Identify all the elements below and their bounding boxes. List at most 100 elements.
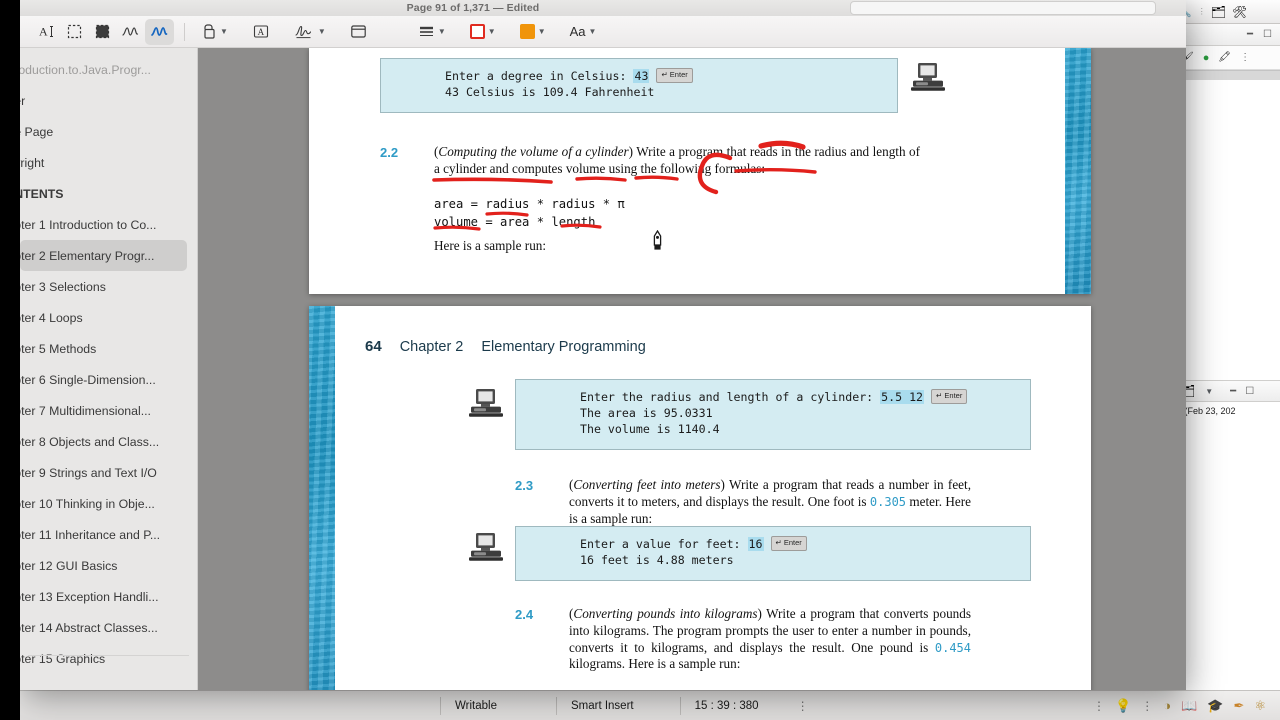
console-prompt: Enter a value for feet: bbox=[580, 537, 748, 551]
text-tool[interactable]: A bbox=[247, 19, 275, 45]
pdf-canvas[interactable]: Enter a degree in Celsius: 43 ↵ Enter 43 … bbox=[198, 48, 1186, 690]
drag-dots-icon: ⋮ bbox=[1197, 7, 1206, 16]
perspective-java-icon[interactable]: 📖 bbox=[1181, 698, 1197, 714]
chevron-down-icon[interactable]: ▼ bbox=[488, 27, 496, 36]
progress-icon[interactable]: ◑ bbox=[1163, 698, 1171, 713]
text-selection-tool[interactable]: A bbox=[32, 19, 60, 45]
page-edge-strip bbox=[1065, 48, 1091, 294]
toc-item-chapter-7[interactable]: ...pter 7 Multidimensional... bbox=[20, 395, 197, 426]
console-line: The area is 95.0331 bbox=[580, 405, 713, 420]
toc-item-chapter-14[interactable]: ...pter 14 Abstract Classes... bbox=[20, 612, 197, 643]
enter-key-badge: ↵ Enter bbox=[656, 68, 693, 83]
chevron-down-icon[interactable]: ▼ bbox=[538, 27, 546, 36]
toc-label: ...pter 6 Single-Dimension... bbox=[20, 372, 156, 387]
window-titlebar[interactable]: Page 91 of 1,371 — Edited bbox=[20, 0, 1186, 16]
screen-bezel-left bbox=[0, 0, 20, 720]
toc-item-chapter-12[interactable]: ...pter 12 GUI Basics bbox=[20, 550, 197, 581]
toc-item-chapter-10[interactable]: ...pter 10 Thinking in Obje... bbox=[20, 488, 197, 519]
new-java-class-icon[interactable]: 🗂 bbox=[1211, 5, 1226, 19]
enter-key-badge: ↵ Enter bbox=[770, 536, 807, 551]
toc-label: ...yright bbox=[20, 155, 45, 170]
toc-item-chapter-2[interactable]: ...pter 2 Elementary Progr... bbox=[20, 240, 187, 271]
toc-label: ...pter 1 Introduction to Co... bbox=[20, 217, 157, 232]
perspective-bar: ⋮ 💡 ⋮ ◑ 📖 🎓 ✒ ⚛ bbox=[1093, 698, 1280, 714]
toc-item-2[interactable]: ...e Page bbox=[20, 116, 197, 147]
exercise-text: (Converting pounds into kilograms) Write… bbox=[569, 606, 971, 672]
draw-tool[interactable] bbox=[145, 18, 174, 45]
perspective-icon[interactable]: 🛠 bbox=[1232, 5, 1247, 19]
toc-item-chapter-8[interactable]: ...pter 8 Objects and Class... bbox=[20, 426, 197, 457]
toc-item-3[interactable]: ...yright bbox=[20, 147, 197, 178]
text-style-tool[interactable]: Aa ▼ bbox=[565, 19, 602, 45]
minimize-icon[interactable]: ━ bbox=[1247, 29, 1253, 40]
note-icon bbox=[351, 25, 367, 38]
toc-label: ...pter 5 Methods bbox=[20, 341, 97, 356]
preview-window: Page 91 of 1,371 — Edited A ▼ A ▼ ▼ ▼ ▼ … bbox=[20, 0, 1186, 690]
shapes-tool[interactable]: ▼ bbox=[195, 19, 233, 45]
view-menu-icon[interactable]: ⋮ bbox=[1240, 52, 1250, 63]
chapter-title: Elementary Programming bbox=[481, 339, 646, 355]
outline-view-tabrow: ━ ☐ bbox=[1175, 24, 1280, 46]
drag-handle-icon[interactable]: ⋮ bbox=[1141, 700, 1153, 712]
toc-item-chapter-4[interactable]: ...pter 4 Loops bbox=[20, 302, 197, 333]
border-style-tool[interactable]: ▼ bbox=[413, 19, 451, 45]
maximize-icon[interactable]: ☐ bbox=[1263, 29, 1272, 40]
toc-item-chapter-11[interactable]: ...pter 11 Inheritance and P... bbox=[20, 519, 197, 550]
console-line: Enter a degree in Celsius: 43 ↵ Enter bbox=[381, 68, 897, 85]
toc-item-chapter-6[interactable]: ...pter 6 Single-Dimension... bbox=[20, 364, 197, 395]
console-line: Enter a value for feet: 16 ↵ Enter bbox=[516, 536, 1030, 553]
chevron-down-icon[interactable]: ▼ bbox=[220, 27, 228, 36]
toc-item-chapter-1[interactable]: ...pter 1 Introduction to Co... bbox=[20, 209, 197, 240]
maximize-icon[interactable]: ☐ bbox=[1245, 386, 1254, 397]
perspective-edit-icon[interactable]: ✒ bbox=[1233, 698, 1244, 714]
minimize-icon[interactable]: ━ bbox=[1230, 386, 1236, 397]
toc-item-0[interactable]: ...roduction.to.Java.Progr... bbox=[20, 54, 197, 85]
exercise-constant: 0.454 bbox=[934, 640, 971, 655]
ide-status-bar: Writable Smart Insert 15 : 39 : 380 ⋮ ⋮ … bbox=[0, 690, 1280, 720]
toc-item-chapter-15[interactable]: ...pter 15 Graphics bbox=[20, 643, 197, 674]
perspective-debug-icon[interactable]: 🎓 bbox=[1207, 698, 1223, 714]
window-title: Page 91 of 1,371 — Edited bbox=[406, 2, 540, 14]
chevron-down-icon[interactable]: ▼ bbox=[438, 27, 446, 36]
rectangular-selection-tool[interactable] bbox=[60, 19, 88, 45]
exercise-title: Converting pounds into kilograms bbox=[573, 606, 758, 621]
border-color-swatch bbox=[469, 24, 485, 39]
fill-color-tool[interactable]: ▼ bbox=[515, 19, 551, 45]
search-input[interactable] bbox=[850, 1, 1156, 15]
drag-handle-icon[interactable]: ⋮ bbox=[1093, 700, 1105, 712]
chapter-label: Chapter 2 bbox=[399, 339, 464, 355]
chevron-down-icon[interactable]: ▼ bbox=[589, 27, 597, 36]
status-overflow-icon[interactable]: ⋮ bbox=[797, 700, 809, 712]
sample-run-box-1: Enter a degree in Celsius: 43 ↵ Enter 43 … bbox=[380, 58, 898, 113]
border-color-tool[interactable]: ▼ bbox=[465, 19, 501, 45]
exercise-text: (Converting feet into meters) Write a pr… bbox=[569, 477, 971, 526]
instant-alpha-tool[interactable] bbox=[88, 19, 116, 45]
toc-item-chapter-3[interactable]: ...pter 3 Selections bbox=[20, 271, 197, 302]
exercise-2-2: 2.2 (Computing the volume of a cylinder)… bbox=[380, 144, 920, 178]
tip-of-day-icon[interactable]: 💡 bbox=[1115, 698, 1131, 714]
toc-item-chapter-13[interactable]: ...pter 13 Exception Handli... bbox=[20, 581, 197, 612]
note-tool[interactable] bbox=[345, 19, 373, 45]
hide-local-icon[interactable]: 🖍 bbox=[1218, 52, 1231, 63]
sample-run-box-3: Enter a value for feet: 16 ↵ Enter 16 fee… bbox=[515, 526, 1031, 581]
toc-item-chapter-5[interactable]: ...pter 5 Methods bbox=[20, 333, 197, 364]
perspective-web-icon[interactable]: ⚛ bbox=[1254, 698, 1266, 714]
toc-label: ...NTENTS bbox=[20, 186, 64, 201]
toc-label: ...pter 7 Multidimensional... bbox=[20, 403, 151, 418]
toc-item-1[interactable]: ...er bbox=[20, 85, 197, 116]
outline-tree[interactable] bbox=[1175, 80, 1280, 380]
exercise-body-text-2: kilograms. Here is a sample run: bbox=[569, 656, 741, 672]
public-member-icon[interactable]: ● bbox=[1203, 52, 1210, 64]
pdf-sidebar-toc[interactable]: ...roduction.to.Java.Progr... ...er ...e… bbox=[20, 48, 198, 690]
toc-item-contents[interactable]: ...NTENTS bbox=[20, 178, 197, 209]
console-line: 16 feet is 4.88 meters bbox=[580, 552, 734, 567]
text-style-label: Aa bbox=[569, 24, 586, 39]
chevron-down-icon[interactable]: ▼ bbox=[318, 27, 326, 36]
status-cursor-position: 15 : 39 : 380 bbox=[694, 699, 759, 712]
chevron-down-icon[interactable]: ▼ bbox=[1205, 387, 1213, 396]
toc-label: ...roduction.to.Java.Progr... bbox=[20, 62, 151, 77]
signature-tool[interactable]: ▼ bbox=[289, 19, 331, 45]
toc-item-chapter-9[interactable]: ...pter 9 Strings and Text I/O bbox=[20, 457, 197, 488]
sketch-tool[interactable] bbox=[116, 19, 145, 45]
draw-squiggle-icon bbox=[151, 27, 168, 36]
